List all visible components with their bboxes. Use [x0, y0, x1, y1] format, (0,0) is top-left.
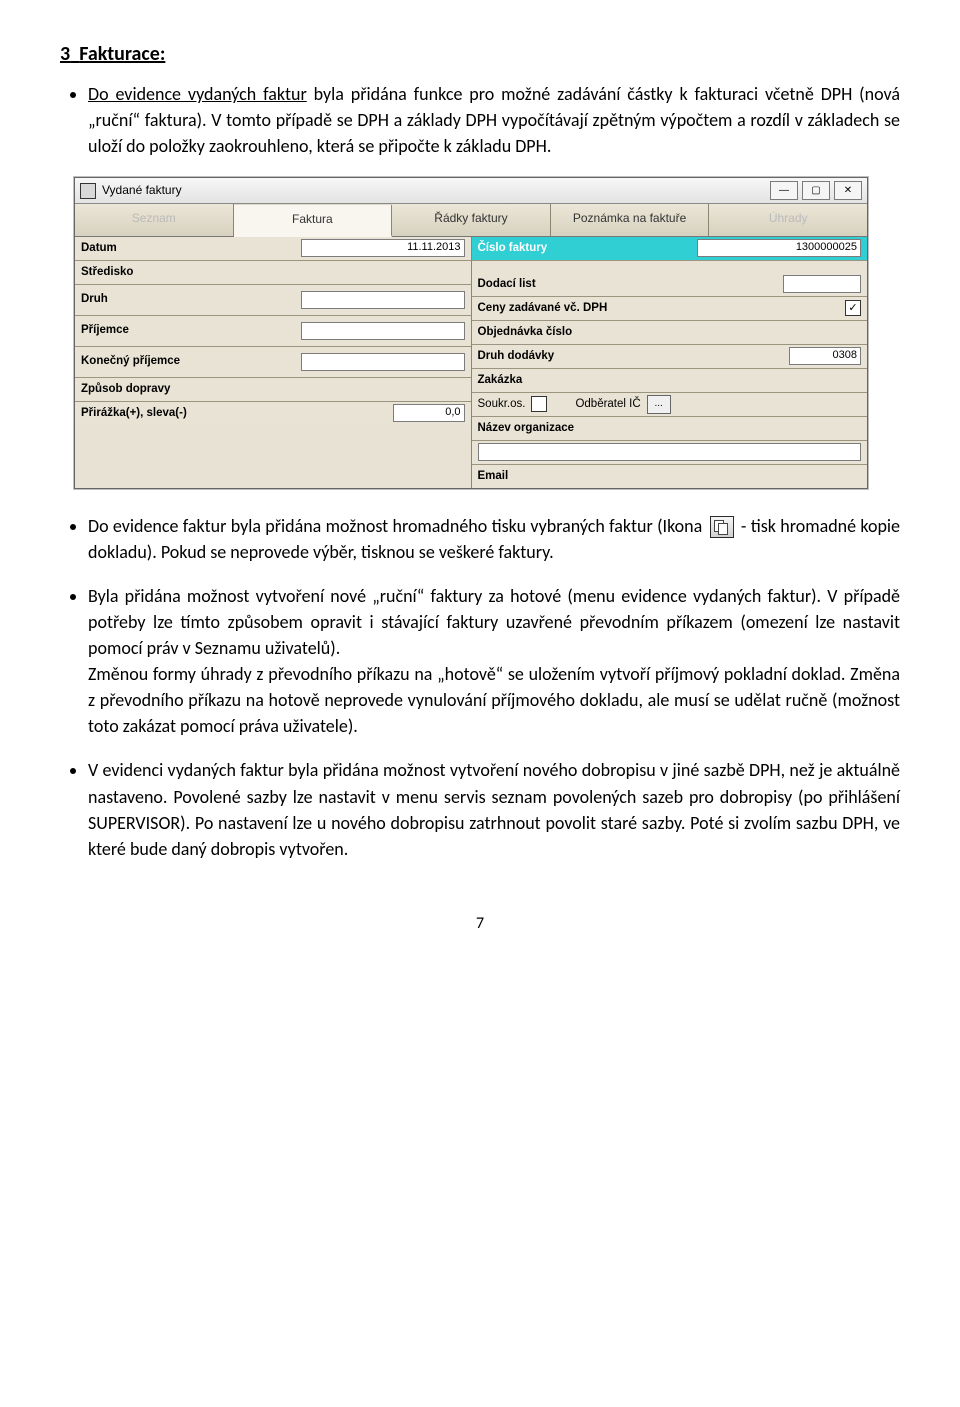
tab-uhrady[interactable]: Úhrady [709, 204, 867, 235]
screenshot-window: Vydané faktury — ▢ ✕ Seznam Faktura Řádk… [74, 177, 900, 488]
window-title: Vydané faktury [102, 182, 770, 199]
list-item: Byla přidána možnost vytvoření nové „ruč… [88, 583, 900, 740]
label-soukros: Soukr.os. [478, 396, 526, 413]
list-item: Do evidence vydaných faktur byla přidána… [88, 81, 900, 159]
window-titlebar: Vydané faktury — ▢ ✕ [75, 178, 867, 204]
label-email: Email [478, 468, 628, 485]
checkbox-ceny-dph[interactable]: ✓ [845, 300, 861, 316]
label-prirazka: Přirážka(+), sleva(-) [81, 405, 231, 422]
form-right-column: Číslo faktury 1300000025 Dodací list Cen… [472, 237, 868, 488]
input-prirazka[interactable]: 0,0 [393, 404, 465, 422]
label-druh-dodavky: Druh dodávky [478, 348, 628, 365]
page-number: 7 [60, 912, 900, 935]
tab-radky[interactable]: Řádky faktury [392, 204, 551, 235]
tab-seznam[interactable]: Seznam [75, 204, 234, 235]
label-zpusob: Způsob dopravy [81, 381, 231, 398]
label-objednavka: Objednávka číslo [478, 324, 628, 341]
label-prijemce: Příjemce [81, 322, 231, 339]
label-druh: Druh [81, 291, 231, 308]
input-dodaci[interactable] [783, 275, 861, 293]
section-title-text: Fakturace: [79, 42, 165, 66]
maximize-button[interactable]: ▢ [802, 181, 830, 200]
checkbox-soukros[interactable] [531, 396, 547, 412]
label-datum: Datum [81, 240, 231, 257]
label-ceny: Ceny zadávané vč. DPH [478, 300, 678, 317]
para-text: Byla přidána možnost vytvoření nové „ruč… [88, 585, 900, 659]
lookup-odberatel-button[interactable]: ... [647, 395, 671, 414]
label-nazev-org: Název organizace [478, 420, 628, 437]
label-odberatel: Odběratel IČ [575, 396, 640, 413]
bullet-list: Do evidence vydaných faktur byla přidána… [60, 81, 900, 159]
form-left-column: Datum 11.11.2013 Středisko Druh Příjemce… [75, 237, 472, 488]
tab-poznamka[interactable]: Poznámka na faktuře [551, 204, 710, 235]
label-konecny: Konečný příjemce [81, 353, 231, 370]
input-druh[interactable] [301, 291, 465, 309]
input-druh-dodavky[interactable]: 0308 [789, 347, 861, 365]
list-item: Do evidence faktur byla přidána možnost … [88, 513, 900, 565]
label-stredisko: Středisko [81, 264, 231, 281]
para-text: V evidenci vydaných faktur byla přidána … [88, 759, 900, 859]
list-item: V evidenci vydaných faktur byla přidána … [88, 757, 900, 861]
tab-bar: Seznam Faktura Řádky faktury Poznámka na… [75, 204, 867, 236]
para-text: Do evidence faktur byla přidána možnost … [88, 515, 707, 537]
input-konecny[interactable] [301, 353, 465, 371]
input-datum[interactable]: 11.11.2013 [301, 239, 465, 257]
input-prijemce[interactable] [301, 322, 465, 340]
label-zakazka: Zakázka [478, 372, 628, 389]
label-dodaci: Dodací list [478, 276, 628, 293]
app-icon [80, 183, 96, 199]
minimize-button[interactable]: — [770, 181, 798, 200]
bullet-list-2: Do evidence faktur byla přidána možnost … [60, 513, 900, 862]
close-button[interactable]: ✕ [834, 181, 862, 200]
input-cislo[interactable]: 1300000025 [697, 239, 861, 257]
section-heading: 3 Fakturace: [60, 40, 900, 69]
underlined-lead: Do evidence vydaných faktur [88, 83, 307, 105]
label-cislo: Číslo faktury [478, 240, 628, 257]
para-text: Změnou formy úhrady z převodního příkazu… [88, 663, 900, 737]
input-nazev-org[interactable] [478, 443, 862, 461]
section-number: 3 [60, 42, 70, 66]
tab-faktura[interactable]: Faktura [234, 205, 393, 236]
batch-print-icon [710, 516, 734, 538]
